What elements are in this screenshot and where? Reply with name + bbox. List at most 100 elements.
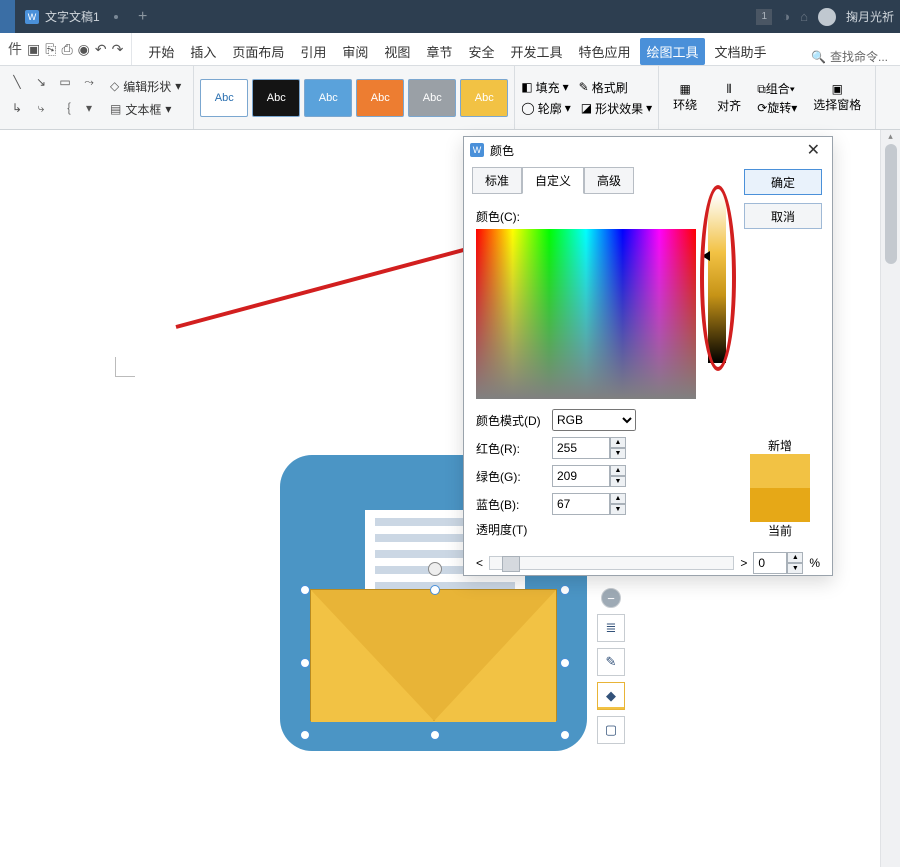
- shape-effect-button[interactable]: ◪形状效果▾: [581, 100, 652, 117]
- tab-developer[interactable]: 开发工具: [504, 38, 568, 65]
- fill-button[interactable]: ◧填充▾: [521, 79, 568, 96]
- tab-review[interactable]: 审阅: [336, 38, 374, 65]
- home-icon[interactable]: ⌂: [800, 9, 808, 24]
- style-gallery[interactable]: Abc Abc Abc Abc Abc Abc: [194, 66, 515, 129]
- select-pane-button[interactable]: ▣选择窗格: [805, 70, 869, 125]
- notifications-icon[interactable]: 1: [756, 9, 772, 25]
- chevron-down-icon: ▾: [790, 82, 795, 96]
- textbox-button[interactable]: ▤文本框▾: [104, 99, 187, 120]
- document-tab[interactable]: W 文字文稿1: [15, 0, 128, 33]
- tab-features[interactable]: 特色应用: [572, 38, 636, 65]
- green-input[interactable]: [552, 465, 610, 487]
- spin-up-icon[interactable]: ▲: [787, 552, 803, 563]
- close-icon[interactable]: ✕: [801, 140, 826, 160]
- effect-icon: ◪: [581, 101, 592, 115]
- avatar[interactable]: [818, 8, 836, 26]
- transparency-slider[interactable]: [489, 556, 734, 570]
- shape-tool-stack: ◇编辑形状▾ ▤文本框▾: [104, 70, 187, 125]
- color-spectrum[interactable]: [476, 229, 696, 399]
- print-icon[interactable]: ⎙: [61, 41, 72, 58]
- brace-icon[interactable]: ｛: [54, 96, 76, 120]
- scroll-up-icon[interactable]: ▴: [881, 130, 900, 142]
- style-6[interactable]: Abc: [460, 79, 508, 117]
- dialog-titlebar[interactable]: W 颜色 ✕: [464, 137, 832, 163]
- spin-down-icon[interactable]: ▼: [610, 448, 626, 459]
- spin-up-icon[interactable]: ▲: [610, 493, 626, 504]
- style-5[interactable]: Abc: [408, 79, 456, 117]
- transparency-input[interactable]: [753, 552, 787, 574]
- arrow-icon[interactable]: ↘: [30, 70, 52, 94]
- shape-picker[interactable]: ╲ ↘ ▭ ⤳ ↳ ⤷ ｛ ▾: [6, 70, 100, 125]
- command-search[interactable]: 🔍 查找命令...: [799, 48, 900, 65]
- elbow-icon[interactable]: ⤷: [30, 96, 52, 120]
- style-2[interactable]: Abc: [252, 79, 300, 117]
- outline-button[interactable]: ◯轮廓▾: [521, 100, 570, 117]
- spin-down-icon[interactable]: ▼: [787, 563, 803, 574]
- redo-icon[interactable]: ↷: [112, 41, 124, 58]
- new-icon[interactable]: ⎘: [45, 41, 56, 58]
- scroll-right-icon[interactable]: >: [740, 556, 747, 570]
- cancel-button[interactable]: 取消: [744, 203, 822, 229]
- tab-standard[interactable]: 标准: [472, 167, 522, 194]
- mode-select[interactable]: RGB: [552, 409, 636, 431]
- outline-tool-icon[interactable]: ▢: [597, 716, 625, 744]
- blue-input[interactable]: [552, 493, 610, 515]
- ok-button[interactable]: 确定: [744, 169, 822, 195]
- style-1[interactable]: Abc: [200, 79, 248, 117]
- file-menu[interactable]: 件: [8, 39, 22, 59]
- more-shapes-icon[interactable]: ▾: [78, 96, 100, 120]
- style-3[interactable]: Abc: [304, 79, 352, 117]
- cloud-icon[interactable]: ◑: [782, 9, 790, 24]
- tab-draw-tools[interactable]: 绘图工具: [640, 38, 704, 65]
- format-painter-button[interactable]: ✎格式刷: [579, 79, 628, 96]
- color-dialog: W 颜色 ✕ 标准 自定义 高级 确定 取消 颜色(C): 颜色模式(D) RG…: [463, 136, 833, 576]
- tab-sections[interactable]: 章节: [420, 38, 458, 65]
- layout-tool-icon[interactable]: ≣: [597, 614, 625, 642]
- add-tab-button[interactable]: +: [128, 8, 158, 26]
- tab-references[interactable]: 引用: [294, 38, 332, 65]
- tab-close-icon[interactable]: [114, 15, 118, 19]
- tab-start[interactable]: 开始: [142, 38, 180, 65]
- outline-label: 轮廓: [538, 100, 562, 117]
- red-input[interactable]: [552, 437, 610, 459]
- spin-down-icon[interactable]: ▼: [610, 476, 626, 487]
- rotate-label: 旋转: [767, 101, 791, 115]
- tab-security[interactable]: 安全: [462, 38, 500, 65]
- float-tool-column: − ≣ ✎ ◆ ▢: [597, 588, 625, 744]
- curve-icon[interactable]: ⤳: [78, 70, 100, 94]
- collapse-button[interactable]: −: [601, 588, 621, 608]
- rect-icon[interactable]: ▭: [54, 70, 76, 94]
- preview-icon[interactable]: ◉: [78, 41, 90, 58]
- scroll-thumb[interactable]: [885, 144, 897, 264]
- arrange-section: ▦环绕 ⫴对齐 ⧉组合▾ ⟳旋转▾ ▣选择窗格: [659, 66, 876, 129]
- undo-icon[interactable]: ↶: [95, 41, 107, 58]
- group-label: 组合: [766, 82, 790, 96]
- tab-advanced[interactable]: 高级: [584, 167, 634, 194]
- app-icon[interactable]: [0, 0, 15, 33]
- edit-shape-button[interactable]: ◇编辑形状▾: [104, 76, 187, 97]
- annotation-ellipse: [700, 185, 736, 371]
- tab-view[interactable]: 视图: [378, 38, 416, 65]
- scroll-left-icon[interactable]: <: [476, 556, 483, 570]
- tab-custom[interactable]: 自定义: [522, 167, 584, 194]
- tab-insert[interactable]: 插入: [184, 38, 222, 65]
- group-button[interactable]: ⧉组合▾: [757, 80, 797, 97]
- rotate-button[interactable]: ⟳旋转▾: [757, 99, 797, 116]
- spin-up-icon[interactable]: ▲: [610, 465, 626, 476]
- edit-tool-icon[interactable]: ✎: [597, 648, 625, 676]
- tab-layout[interactable]: 页面布局: [226, 38, 290, 65]
- style-4[interactable]: Abc: [356, 79, 404, 117]
- align-button[interactable]: ⫴对齐: [709, 70, 749, 125]
- vertical-scrollbar[interactable]: ▴: [880, 130, 900, 867]
- fill-tool-icon[interactable]: ◆: [597, 682, 625, 710]
- save-icon[interactable]: ▣: [27, 41, 40, 58]
- spin-down-icon[interactable]: ▼: [610, 504, 626, 515]
- tab-doc-assistant[interactable]: 文档助手: [709, 38, 773, 65]
- slider-knob[interactable]: [502, 556, 520, 572]
- wrap-button[interactable]: ▦环绕: [665, 70, 705, 125]
- line-icon[interactable]: ╲: [6, 70, 28, 94]
- titlebar-right: 1 ◑ ⌂ 掬月光祈: [756, 8, 900, 26]
- envelope-body[interactable]: [310, 589, 557, 721]
- spin-up-icon[interactable]: ▲: [610, 437, 626, 448]
- connector-icon[interactable]: ↳: [6, 96, 28, 120]
